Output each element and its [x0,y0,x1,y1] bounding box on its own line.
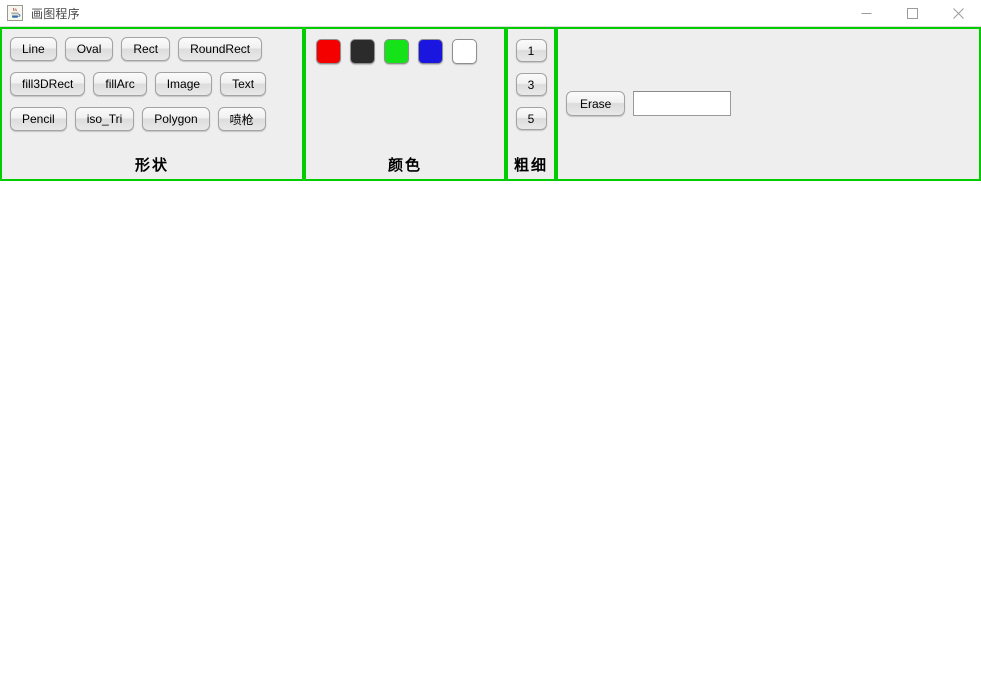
shape-button-image[interactable]: Image [154,72,213,96]
shape-button-rect[interactable]: Rect [121,37,171,61]
color-swatch-list [312,37,498,64]
drawing-canvas[interactable] [0,181,981,686]
shapes-row-2: fill3DRect fillArc Image Text [8,72,296,96]
java-coffee-cup-icon [7,5,23,21]
thickness-button-3[interactable]: 3 [515,73,547,96]
erase-row: Erase [566,91,732,116]
color-swatch-green[interactable] [384,39,409,64]
shapes-row-3: Pencil iso_Tri Polygon 喷枪 [8,107,296,131]
minimize-icon[interactable] [843,0,889,27]
title-bar: 画图程序 [0,0,981,27]
shape-button-spray[interactable]: 喷枪 [217,107,266,131]
color-swatch-blue[interactable] [418,39,443,64]
window-controls [843,0,981,27]
shape-button-roundrect[interactable]: RoundRect [178,37,263,61]
shapes-panel-body: Line Oval Rect RoundRect fill3DRect fill… [2,29,302,157]
thickness-button-list: 1 3 5 [514,37,548,130]
colors-panel: 颜色 [304,27,506,181]
colors-panel-body [306,29,504,157]
shape-button-text[interactable]: Text [220,72,267,96]
shape-button-fill3drect[interactable]: fill3DRect [10,72,86,96]
erase-input[interactable] [633,91,732,116]
color-swatch-white[interactable] [452,39,477,64]
shape-button-polygon[interactable]: Polygon [142,107,210,131]
window-title: 画图程序 [31,6,80,21]
colors-panel-title: 颜色 [387,155,422,174]
thickness-panel-body: 1 3 5 [508,29,554,157]
toolbar-strip: Line Oval Rect RoundRect fill3DRect fill… [0,27,981,181]
color-swatch-red[interactable] [316,39,341,64]
shapes-panel: Line Oval Rect RoundRect fill3DRect fill… [0,27,304,181]
maximize-icon[interactable] [889,0,935,27]
shape-button-pencil[interactable]: Pencil [10,107,67,131]
erase-panel-body: Erase [558,29,979,179]
erase-button[interactable]: Erase [566,91,626,116]
thickness-button-5[interactable]: 5 [515,107,547,130]
shape-button-oval[interactable]: Oval [64,37,114,61]
erase-panel: Erase [556,27,981,181]
thickness-panel-title: 粗细 [513,155,548,174]
shape-button-fillarc[interactable]: fillArc [93,72,147,96]
color-swatch-black[interactable] [350,39,375,64]
thickness-button-1[interactable]: 1 [515,39,547,62]
shape-button-iso-tri[interactable]: iso_Tri [74,107,135,131]
shape-button-line[interactable]: Line [10,37,57,61]
shapes-row-1: Line Oval Rect RoundRect [8,37,296,61]
app-window: 画图程序 Line Oval Rect RoundRect fill3DRect… [0,0,981,686]
thickness-panel: 1 3 5 粗细 [506,27,556,181]
shapes-panel-title: 形状 [134,155,169,174]
close-icon[interactable] [935,0,981,27]
